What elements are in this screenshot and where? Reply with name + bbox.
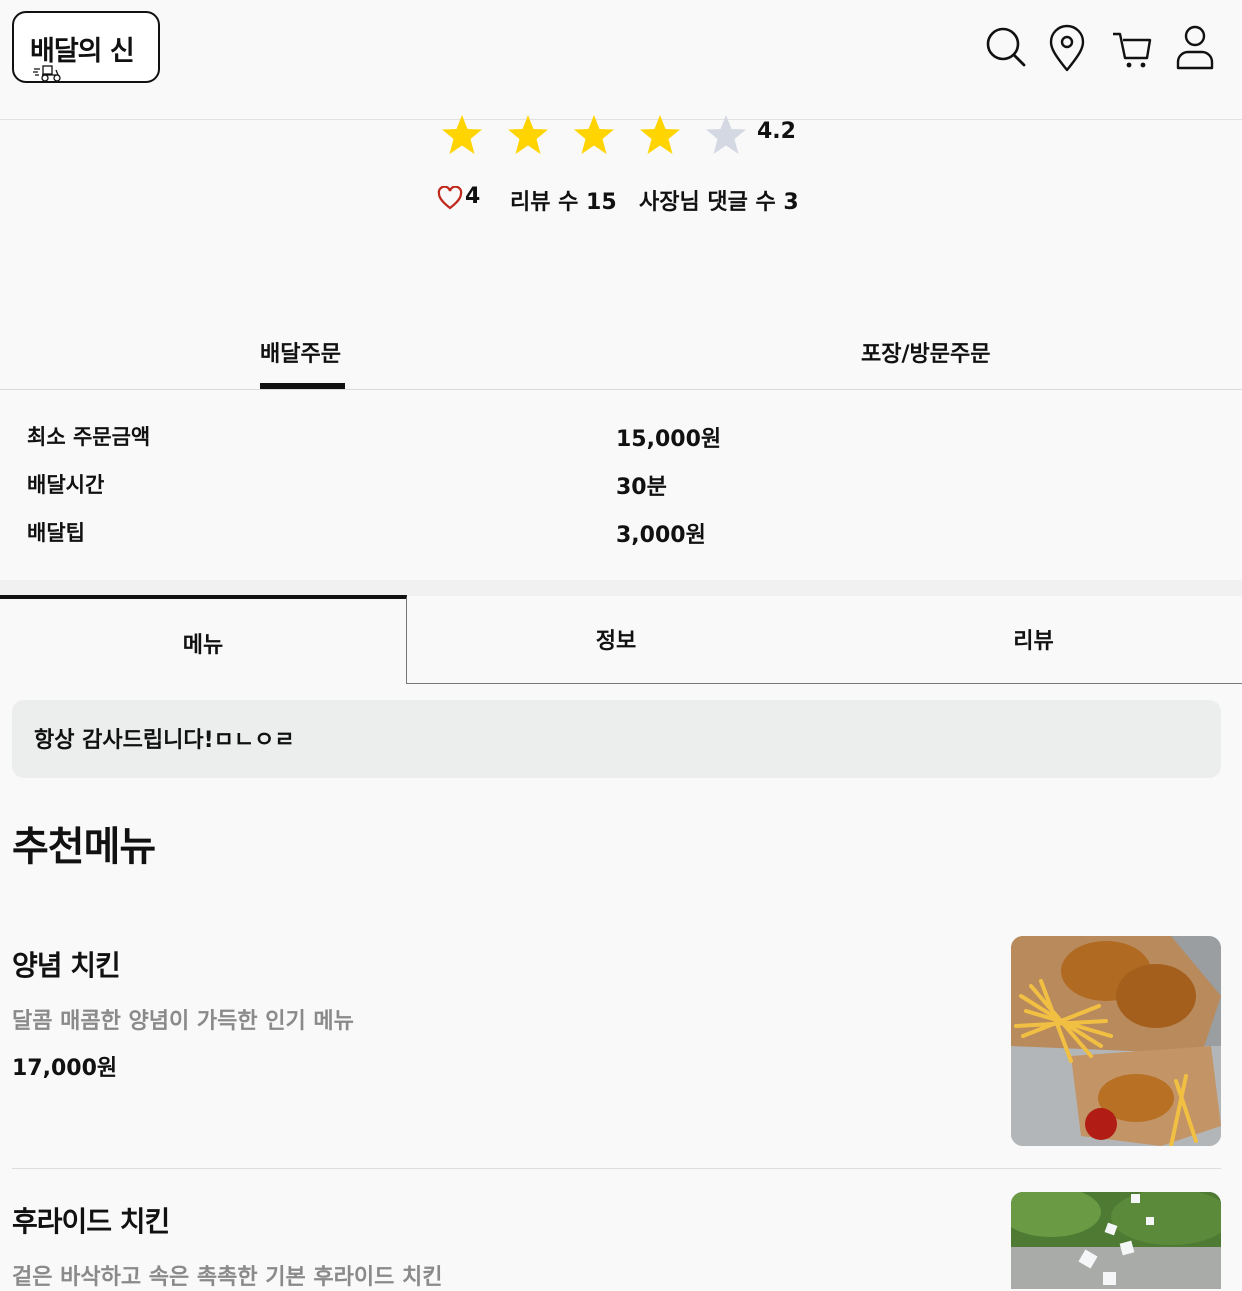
star-filled-icon (506, 113, 550, 157)
star-filled-icon (572, 113, 616, 157)
review-count[interactable]: 리뷰 수 15 (510, 184, 617, 216)
recommended-menu-title: 추천메뉴 (12, 824, 156, 870)
menu-item-price: 17,000원 (12, 1056, 118, 1081)
tab-group-secondary: 정보 리뷰 (407, 595, 1242, 684)
star-filled-icon (440, 113, 484, 157)
star-filled-icon (638, 113, 682, 157)
top-header: 배달의 신 (0, 0, 1242, 120)
menu-item-photo (1011, 936, 1221, 1146)
store-notice: 항상 감사드립니다!ㅁㄴㅇㄹ (12, 700, 1221, 778)
menu-divider (12, 1168, 1221, 1169)
min-order-label: 최소 주문금액 (27, 425, 151, 449)
menu-item-description: 달콤 매콤한 양념이 가득한 인기 메뉴 (12, 1009, 354, 1034)
like-count: 4 (465, 184, 481, 209)
rating-value: 4.2 (757, 119, 796, 144)
tab-menu[interactable]: 메뉴 (0, 595, 407, 684)
notice-text: 항상 감사드립니다!ㅁㄴㅇㄹ (34, 728, 295, 753)
delivery-tip-value: 3,000원 (616, 523, 706, 548)
tab-info-label: 정보 (595, 629, 637, 654)
star-empty-icon (704, 113, 748, 157)
scooter-icon (33, 65, 61, 82)
location-pin-icon[interactable] (1046, 24, 1090, 72)
tab-pickup-order[interactable]: 포장/방문주문 (861, 336, 990, 368)
brand-logo[interactable]: 배달의 신 (12, 11, 160, 83)
delivery-time-label: 배달시간 (27, 473, 105, 497)
menu-item-photo (1011, 1192, 1221, 1289)
heart-icon[interactable] (437, 186, 463, 210)
menu-item-description: 겉은 바삭하고 속은 촉촉한 기본 후라이드 치킨 (12, 1265, 443, 1290)
tab-reviews[interactable]: 리뷰 (825, 595, 1242, 684)
section-spacer (0, 580, 1242, 596)
tab-info[interactable]: 정보 (407, 595, 825, 684)
tab-delivery-order[interactable]: 배달주문 (260, 336, 341, 368)
menu-item-name: 양념 치킨 (12, 949, 121, 982)
menu-item[interactable]: 양념 치킨 달콤 매콤한 양념이 가득한 인기 메뉴 17,000원 (12, 936, 1221, 1146)
tab-reviews-label: 리뷰 (1013, 629, 1054, 654)
delivery-time-value: 30분 (616, 475, 667, 500)
user-icon[interactable] (1173, 24, 1217, 72)
divider (0, 389, 1242, 390)
menu-item[interactable]: 후라이드 치킨 겉은 바삭하고 속은 촉촉한 기본 후라이드 치킨 (12, 1192, 1221, 1290)
menu-item-name: 후라이드 치킨 (12, 1205, 170, 1238)
tab-menu-label: 메뉴 (182, 633, 224, 658)
min-order-value: 15,000원 (616, 427, 722, 452)
owner-reply-count: 사장님 댓글 수 3 (639, 190, 799, 215)
search-icon[interactable] (984, 24, 1028, 72)
cart-icon[interactable] (1110, 24, 1154, 72)
delivery-tip-label: 배달팁 (27, 521, 85, 545)
